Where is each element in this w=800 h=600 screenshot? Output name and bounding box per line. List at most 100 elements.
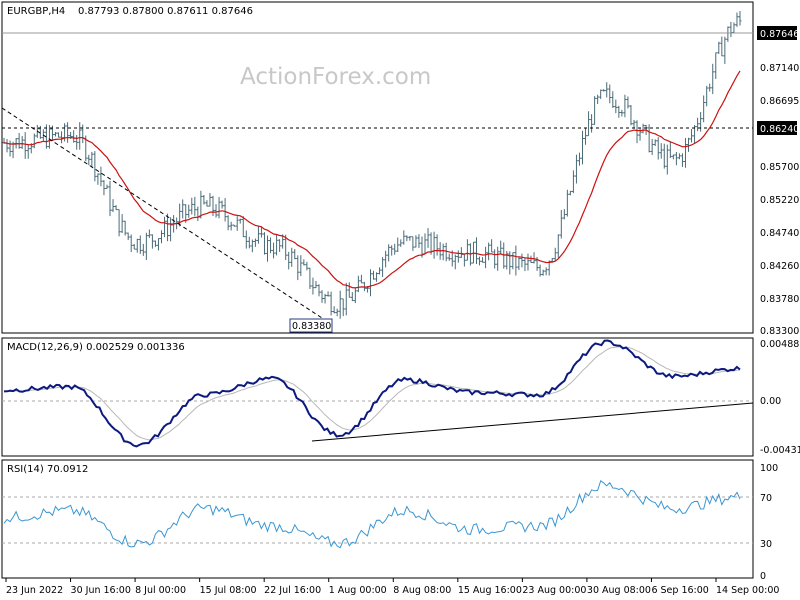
price-bar bbox=[368, 269, 372, 297]
price-bar bbox=[390, 245, 394, 256]
price-bar bbox=[417, 234, 421, 248]
price-bar bbox=[114, 205, 118, 211]
price-bar bbox=[220, 200, 224, 209]
price-bar bbox=[402, 230, 406, 245]
macd-trendline bbox=[311, 402, 754, 442]
price-bar bbox=[217, 197, 221, 219]
price-bar bbox=[690, 129, 694, 143]
x-label: 30 Aug 08:00 bbox=[587, 585, 651, 596]
price-bar bbox=[474, 237, 478, 264]
price-bar bbox=[732, 22, 736, 33]
price-bar bbox=[735, 12, 739, 27]
price-bar bbox=[8, 140, 12, 157]
x-label: 1 Aug 00:00 bbox=[329, 585, 387, 596]
price-bar bbox=[326, 291, 330, 297]
price-bar bbox=[499, 240, 503, 254]
price-header-ohlc: 0.87793 0.87800 0.87611 0.87646 bbox=[78, 6, 253, 17]
price-bar bbox=[738, 11, 742, 26]
price-bar bbox=[399, 239, 403, 247]
price-tick: 0.85700 bbox=[760, 162, 799, 173]
price-bar bbox=[47, 124, 51, 149]
price-bar bbox=[626, 96, 630, 109]
price-bar bbox=[308, 267, 312, 289]
price-bar bbox=[605, 82, 609, 98]
price-bar bbox=[287, 251, 291, 270]
price-bar bbox=[505, 250, 509, 270]
price-bar bbox=[493, 249, 497, 269]
price-bar bbox=[656, 137, 660, 160]
price-bar bbox=[347, 282, 351, 298]
price-bar bbox=[705, 85, 709, 107]
price-bar bbox=[441, 243, 445, 261]
rsi-panel-frame bbox=[1, 459, 754, 579]
price-bar bbox=[577, 152, 581, 166]
price-bar bbox=[144, 232, 148, 260]
rsi-title: RSI(14) 70.0912 bbox=[7, 464, 88, 475]
price-bar bbox=[262, 232, 266, 255]
price-bar bbox=[484, 246, 488, 269]
price-bar bbox=[435, 234, 439, 256]
price-bar bbox=[687, 137, 691, 152]
x-label: 23 Aug 00:00 bbox=[522, 585, 586, 596]
price-bar bbox=[617, 105, 621, 118]
price-bar bbox=[708, 83, 712, 92]
price-bar bbox=[269, 237, 273, 254]
price-bar bbox=[387, 244, 391, 262]
price-bar bbox=[384, 250, 388, 268]
price-bar bbox=[141, 243, 145, 256]
price-bar bbox=[647, 124, 651, 153]
price-bar bbox=[611, 91, 615, 108]
price-bar bbox=[487, 242, 491, 261]
price-bar bbox=[720, 36, 724, 57]
price-bar bbox=[544, 267, 548, 276]
price-bar bbox=[247, 236, 251, 249]
rsi-line bbox=[3, 480, 741, 549]
price-bar bbox=[66, 122, 70, 143]
price-bar bbox=[238, 218, 242, 224]
price-bar bbox=[135, 238, 139, 253]
x-label: 23 Jun 2022 bbox=[6, 585, 63, 596]
price-bar bbox=[293, 248, 297, 260]
price-bar bbox=[102, 180, 106, 196]
x-label: 8 Aug 08:00 bbox=[393, 585, 451, 596]
price-bar bbox=[671, 154, 675, 160]
price-bar bbox=[562, 209, 566, 220]
price-bar bbox=[517, 256, 521, 271]
price-bar bbox=[514, 245, 518, 276]
price-bar bbox=[393, 243, 397, 255]
price-bar bbox=[190, 197, 194, 215]
price-bar bbox=[641, 123, 645, 134]
price-bar bbox=[208, 192, 212, 207]
price-bar bbox=[532, 252, 536, 264]
x-label: 8 Jul 00:00 bbox=[135, 585, 186, 596]
moving-average-line bbox=[3, 70, 741, 289]
price-bar bbox=[632, 119, 636, 129]
price-bar bbox=[556, 234, 560, 258]
price-bar bbox=[108, 180, 112, 217]
price-bar bbox=[105, 184, 109, 189]
price-bar bbox=[729, 21, 733, 38]
price-bar bbox=[17, 132, 21, 149]
price-bar bbox=[677, 153, 681, 160]
price-tick: 0.87140 bbox=[760, 63, 799, 74]
rsi-tick: 100 bbox=[760, 463, 778, 474]
price-bar bbox=[541, 269, 545, 276]
price-bar bbox=[32, 133, 36, 149]
price-bar bbox=[202, 194, 206, 205]
price-bar bbox=[229, 221, 233, 231]
level-tag: 0.86240 bbox=[760, 124, 799, 135]
price-bar bbox=[72, 130, 76, 143]
price-bar bbox=[193, 196, 197, 216]
macd-tick: -0.004315 bbox=[760, 445, 800, 456]
price-bar bbox=[332, 306, 336, 314]
price-bar bbox=[156, 238, 160, 251]
price-bars bbox=[2, 11, 742, 319]
price-bar bbox=[211, 195, 215, 217]
price-bar bbox=[568, 190, 572, 196]
price-bar bbox=[205, 200, 209, 207]
price-bar bbox=[359, 274, 363, 284]
macd-tick: 0.004885 bbox=[760, 339, 800, 350]
price-bar bbox=[411, 236, 415, 251]
price-bar bbox=[490, 239, 494, 253]
price-bar bbox=[526, 253, 530, 271]
